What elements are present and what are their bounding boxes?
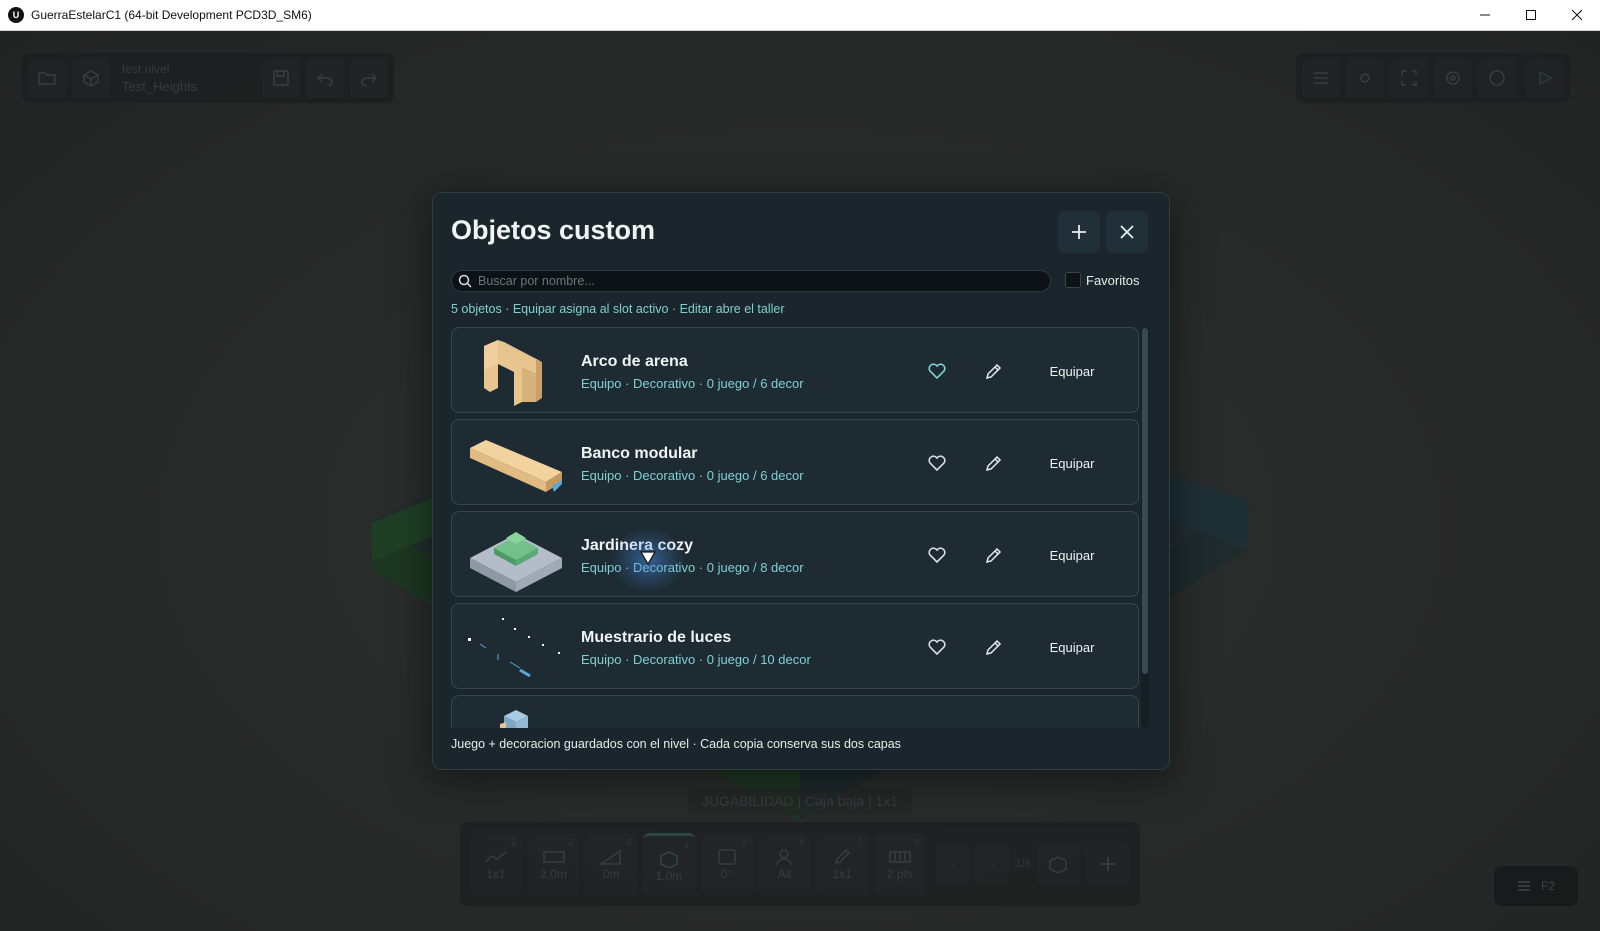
- item-meta: Equipo · Decorativo · 0 juego / 6 decor: [581, 376, 804, 391]
- list-item[interactable]: Jardinera cozy Equipo · Decorativo · 0 j…: [451, 511, 1139, 597]
- list-item[interactable]: [451, 695, 1139, 728]
- heart-icon: [928, 639, 946, 655]
- favorite-toggle[interactable]: [926, 637, 948, 657]
- favorite-toggle[interactable]: [926, 453, 948, 473]
- item-meta: Equipo · Decorativo · 0 juego / 10 decor: [581, 652, 811, 667]
- minimize-icon: [1480, 14, 1490, 16]
- equip-button[interactable]: Equipar: [1034, 448, 1110, 478]
- planter-thumbnail: [470, 532, 562, 592]
- bench-thumbnail: [470, 440, 562, 492]
- search-icon: [458, 274, 472, 288]
- close-window-button[interactable]: [1554, 0, 1600, 31]
- minimize-button[interactable]: [1462, 0, 1508, 31]
- search-input[interactable]: [478, 274, 1038, 288]
- equip-button[interactable]: Equipar: [1034, 632, 1110, 662]
- pencil-icon: [985, 455, 1002, 472]
- pencil-icon: [985, 639, 1002, 656]
- edit-button[interactable]: [982, 361, 1004, 383]
- objects-list[interactable]: Arco de arena Equipo · Decorativo · 0 ju…: [451, 327, 1143, 728]
- plus-icon: [1072, 225, 1086, 239]
- search-field: [451, 270, 1051, 292]
- favorites-checkbox[interactable]: [1065, 272, 1081, 288]
- dialog-title: Objetos custom: [451, 215, 656, 245]
- item-name: Banco modular: [581, 445, 698, 462]
- item-name: Arco de arena: [581, 353, 688, 370]
- item-meta: Equipo · Decorativo · 0 juego / 8 decor: [581, 560, 804, 575]
- close-icon: [1571, 9, 1583, 21]
- edit-button[interactable]: [982, 637, 1004, 659]
- list-item[interactable]: Muestrario de luces Equipo · Decorativo …: [451, 603, 1139, 689]
- pencil-icon: [985, 363, 1002, 380]
- item-meta: Equipo · Decorativo · 0 juego / 6 decor: [581, 468, 804, 483]
- list-item[interactable]: Banco modular Equipo · Decorativo · 0 ju…: [451, 419, 1139, 505]
- scrollbar-thumb[interactable]: [1142, 328, 1148, 674]
- add-object-button[interactable]: [1058, 211, 1100, 253]
- heart-icon: [928, 455, 946, 471]
- custom-objects-dialog: Objetos custom Favoritos 5 objetos · Equ…: [432, 192, 1170, 770]
- unreal-logo-icon: U: [8, 7, 24, 23]
- lights-thumbnail: [468, 618, 560, 678]
- favorites-label: Favoritos: [1086, 272, 1140, 288]
- edit-button[interactable]: [982, 453, 1004, 475]
- window-titlebar: U GuerraEstelarC1 (64-bit Development PC…: [0, 0, 1600, 31]
- list-item[interactable]: Arco de arena Equipo · Decorativo · 0 ju…: [451, 327, 1139, 413]
- item-name: Jardinera cozy: [581, 537, 694, 554]
- window-title: GuerraEstelarC1 (64-bit Development PCD3…: [31, 8, 312, 22]
- close-dialog-button[interactable]: [1106, 211, 1148, 253]
- equip-button[interactable]: Equipar: [1034, 540, 1110, 570]
- edit-button[interactable]: [982, 545, 1004, 567]
- logo-letter: U: [12, 10, 20, 20]
- equip-button[interactable]: Equipar: [1034, 356, 1110, 386]
- favorite-toggle[interactable]: [926, 545, 948, 565]
- item-name: Muestrario de luces: [581, 629, 732, 646]
- pencil-icon: [985, 547, 1002, 564]
- close-icon: [1120, 225, 1134, 239]
- info-line: 5 objetos · Equipar asigna al slot activ…: [451, 302, 785, 316]
- heart-icon: [928, 547, 946, 563]
- arch-thumbnail: [484, 340, 542, 406]
- list-scrollbar[interactable]: [1141, 327, 1149, 728]
- favorite-toggle[interactable]: [926, 361, 948, 381]
- maximize-icon: [1526, 10, 1536, 20]
- heart-icon: [928, 363, 946, 379]
- dialog-footer-note: Juego + decoracion guardados con el nive…: [451, 737, 901, 751]
- favorites-toggle[interactable]: Favoritos: [1065, 272, 1139, 288]
- maximize-button[interactable]: [1508, 0, 1554, 31]
- object-thumbnail: [500, 710, 528, 728]
